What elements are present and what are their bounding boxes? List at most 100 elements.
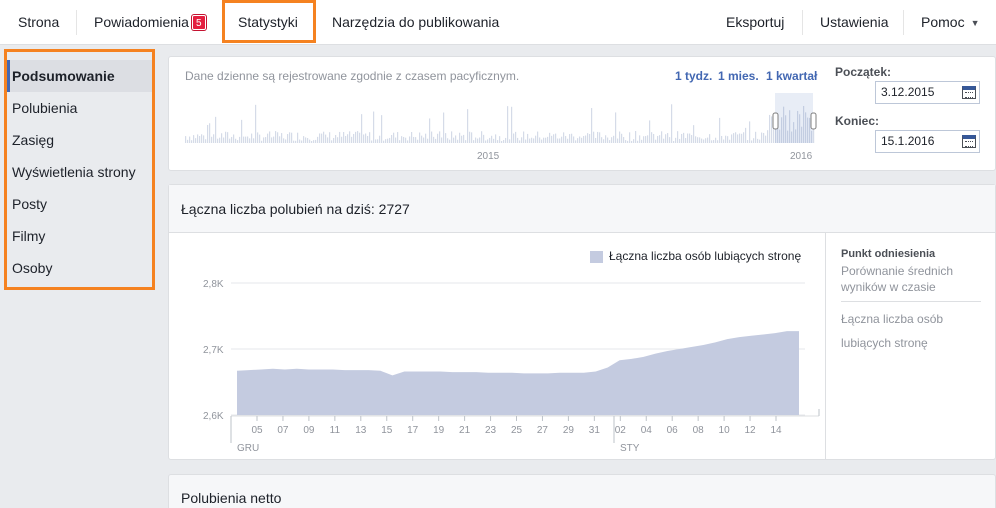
mini-bar <box>207 124 209 143</box>
mini-bar <box>197 134 199 143</box>
mini-bar <box>601 137 603 143</box>
x-tick-label: 25 <box>511 425 523 436</box>
year-label-2016: 2016 <box>790 151 813 162</box>
mini-bar <box>651 132 653 143</box>
mini-bar <box>661 131 663 143</box>
x-tick-label: 07 <box>277 425 289 436</box>
mini-bar <box>643 136 645 143</box>
mini-bar <box>487 139 489 143</box>
mini-bar <box>243 136 245 143</box>
mini-bar <box>311 140 313 143</box>
mini-bar <box>501 140 503 143</box>
mini-bar <box>427 138 429 143</box>
mini-bar <box>547 136 549 143</box>
sidebar-item-posty[interactable]: Posty <box>7 188 152 220</box>
mini-bar <box>395 137 397 143</box>
x-tick-label: 11 <box>330 425 341 436</box>
mini-bar <box>403 136 405 143</box>
sidebar-item-polubienia[interactable]: Polubienia <box>7 92 152 124</box>
mini-bar <box>319 133 321 143</box>
benchmark-panel: Punkt odniesienia Porównanie średnich wy… <box>825 233 995 459</box>
mini-bar <box>255 104 257 143</box>
caret-down-icon: ▼ <box>970 18 980 28</box>
help-dropdown[interactable]: Pomoc ▼ <box>921 0 980 45</box>
mini-bar <box>279 136 281 143</box>
mini-bar <box>245 136 247 143</box>
likes-area-series[interactable] <box>237 331 799 415</box>
tab-narzedzia-do-publikowania[interactable]: Narzędzia do publikowania <box>332 0 499 45</box>
mini-bar <box>205 139 207 143</box>
sidebar-item-osoby[interactable]: Osoby <box>7 252 152 284</box>
start-date-field[interactable]: 3.12.2015 <box>875 81 980 104</box>
calendar-icon[interactable] <box>962 86 976 99</box>
mini-bar <box>479 137 481 143</box>
selection-window[interactable] <box>775 93 813 143</box>
end-date-label: Koniec: <box>835 114 880 128</box>
mini-bar <box>401 136 403 143</box>
range-link-1-quarter[interactable]: 1 kwartał <box>766 69 817 83</box>
mini-bar <box>387 138 389 143</box>
mini-bar <box>251 133 253 143</box>
end-date-field[interactable]: 15.1.2016 <box>875 130 980 153</box>
sidebar-item-podsumowanie[interactable]: Podsumowanie <box>7 60 152 92</box>
x-tick-label: 04 <box>641 425 653 436</box>
mini-bar <box>705 138 707 143</box>
mini-bar <box>225 131 227 143</box>
benchmark-item-total-likes[interactable]: Łączna liczba osób lubiących stronę <box>841 307 971 355</box>
mini-bar <box>647 135 649 143</box>
mini-bar <box>327 137 329 143</box>
sidebar-item-zasieg[interactable]: Zasięg <box>7 124 152 156</box>
mini-bar <box>669 137 671 143</box>
x-tick-label: 13 <box>355 425 367 436</box>
mini-bar <box>511 106 513 143</box>
date-range-card: Dane dzienne są rejestrowane zgodnie z c… <box>168 56 996 171</box>
mini-bar <box>761 132 763 143</box>
year-label-2015: 2015 <box>477 151 500 162</box>
mini-bar <box>679 138 681 143</box>
tab-powiadomienia[interactable]: Powiadomienia 5 <box>94 0 206 45</box>
mini-bar <box>753 138 755 143</box>
mini-bar <box>377 139 379 143</box>
mini-bar <box>627 140 629 143</box>
x-tick-label: 31 <box>589 425 601 436</box>
mini-bar <box>437 133 439 143</box>
range-link-1-month[interactable]: 1 mies. <box>718 69 759 83</box>
sidebar-item-filmy[interactable]: Filmy <box>7 220 152 252</box>
settings-button[interactable]: Ustawienia <box>820 0 888 45</box>
mini-bar <box>621 133 623 143</box>
mini-bar <box>355 131 357 143</box>
mini-bar <box>641 139 643 143</box>
mini-bar <box>589 133 591 143</box>
mini-bar <box>447 138 449 143</box>
selection-handle-left[interactable] <box>772 112 779 130</box>
mini-bar <box>465 140 467 143</box>
mini-bar <box>317 136 319 143</box>
mini-bar <box>485 140 487 143</box>
x-tick-label: 08 <box>693 425 705 436</box>
mini-bar <box>257 132 259 143</box>
mini-bar <box>561 136 563 143</box>
mini-bar <box>347 134 349 143</box>
timezone-note: Dane dzienne są rejestrowane zgodnie z c… <box>185 69 520 83</box>
mini-bar <box>605 135 607 143</box>
calendar-icon[interactable] <box>962 135 976 148</box>
mini-bar <box>433 136 435 143</box>
sidebar-item-wyswietlenia-strony[interactable]: Wyświetlenia strony <box>7 156 152 188</box>
export-button[interactable]: Eksportuj <box>726 0 784 45</box>
selection-handle-right[interactable] <box>810 112 817 130</box>
mini-bar <box>271 137 273 143</box>
mini-bar <box>369 132 371 143</box>
x-tick-label: 10 <box>719 425 731 436</box>
tab-strona[interactable]: Strona <box>18 0 59 45</box>
mini-bar <box>231 136 233 143</box>
mini-bar <box>277 132 279 143</box>
mini-bar <box>281 133 283 143</box>
mini-bar <box>645 136 647 143</box>
x-axis: 05 07 09 11 13 15 17 19 21 23 25 27 29 31 02 04 06 08 10 12… <box>230 409 820 454</box>
range-link-1-week[interactable]: 1 tydz. <box>675 69 712 83</box>
overview-mini-chart[interactable] <box>185 93 820 143</box>
mini-bar <box>473 140 475 143</box>
mini-bar <box>659 135 661 143</box>
mini-bar <box>515 131 517 143</box>
mini-bar <box>263 137 265 143</box>
